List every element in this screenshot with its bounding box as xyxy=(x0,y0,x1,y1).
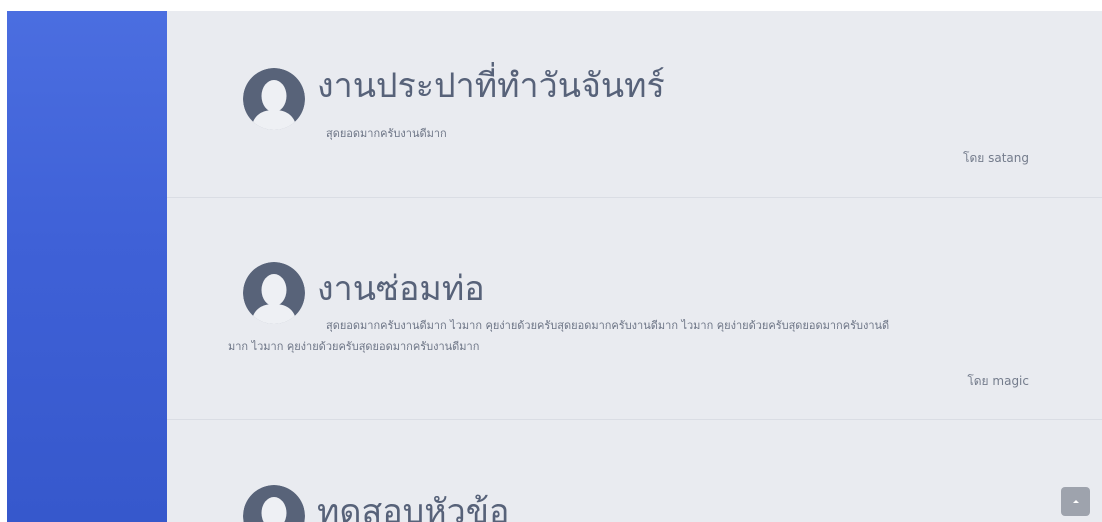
post-title[interactable]: งานซ่อมท่อ xyxy=(317,268,485,310)
page-frame: งานประปาที่ทำวันจันทร์ สุดยอดมากครับงานด… xyxy=(0,0,1102,522)
divider xyxy=(167,419,1102,420)
scroll-to-top-button[interactable] xyxy=(1061,487,1090,516)
post-description: สุดยอดมากครับงานดีมาก xyxy=(326,127,447,140)
post-author: โดย magic xyxy=(967,374,1029,388)
avatar xyxy=(243,485,305,522)
user-silhouette-icon xyxy=(243,262,305,324)
divider xyxy=(167,197,1102,198)
post-author: โดย satang xyxy=(963,151,1029,165)
post-list: งานประปาที่ทำวันจันทร์ สุดยอดมากครับงานด… xyxy=(167,11,1102,522)
post-title[interactable]: ทดสอบหัวข้อ xyxy=(317,491,509,522)
sidebar xyxy=(7,11,167,522)
avatar xyxy=(243,262,305,324)
chevron-up-icon xyxy=(1072,500,1079,503)
post-description: สุดยอดมากครับงานดีมาก ไวมาก คุยง่ายด้วยค… xyxy=(326,319,890,332)
avatar xyxy=(243,68,305,130)
user-silhouette-icon xyxy=(243,68,305,130)
post-description-continued: มาก ไวมาก คุยง่ายด้วยครับสุดยอดมากครับงา… xyxy=(228,340,480,353)
user-silhouette-icon xyxy=(243,485,305,522)
post-title[interactable]: งานประปาที่ทำวันจันทร์ xyxy=(317,65,665,107)
